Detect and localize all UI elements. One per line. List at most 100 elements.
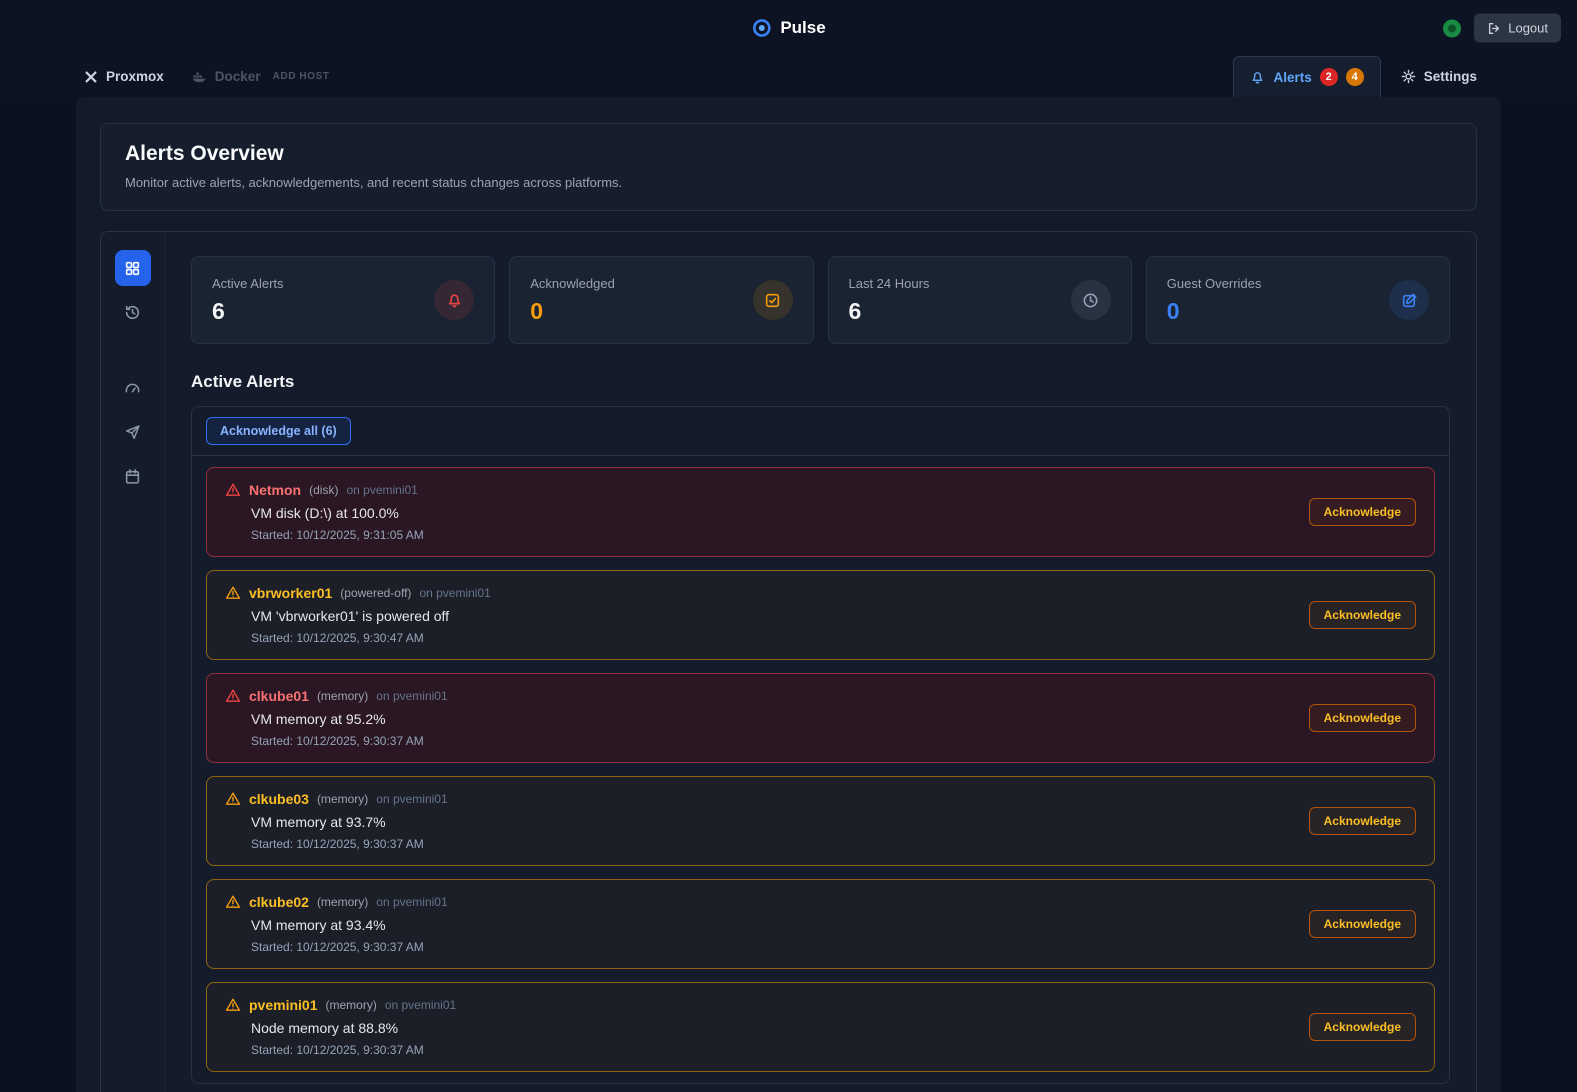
alert-card: clkube02 (memory) on pvemini01 VM memory…: [206, 879, 1435, 969]
acknowledge-button[interactable]: Acknowledge: [1309, 601, 1416, 629]
alert-started-time: Started: 10/12/2025, 9:30:37 AM: [251, 940, 448, 954]
alerts-panel: Acknowledge all (6) Netmon (dis: [191, 406, 1450, 1084]
alert-started-time: Started: 10/12/2025, 9:30:37 AM: [251, 1043, 456, 1057]
sidebar-item-history[interactable]: [115, 294, 151, 330]
warning-triangle-icon: [225, 894, 241, 910]
check-square-icon: [764, 292, 781, 309]
acknowledge-button[interactable]: Acknowledge: [1309, 910, 1416, 938]
tab-docker-label: Docker: [215, 69, 261, 84]
send-icon: [124, 424, 141, 441]
stat-value: 0: [530, 298, 615, 325]
alert-message: VM memory at 95.2%: [251, 711, 448, 727]
stat-card: Last 24 Hours 6: [828, 256, 1132, 344]
alert-list: Netmon (disk) on pvemini01 VM disk (D:\)…: [192, 456, 1449, 1083]
alert-type: (powered-off): [340, 586, 411, 600]
tab-docker[interactable]: Docker ADD HOST: [192, 69, 330, 84]
alert-name: clkube03: [249, 791, 309, 807]
edit-icon: [1401, 292, 1418, 309]
stat-label: Acknowledged: [530, 276, 615, 291]
alert-started-time: Started: 10/12/2025, 9:30:47 AM: [251, 631, 491, 645]
alert-message: VM 'vbrworker01' is powered off: [251, 608, 491, 624]
alert-type: (memory): [317, 689, 368, 703]
alert-type: (memory): [317, 895, 368, 909]
alert-message: Node memory at 88.8%: [251, 1020, 456, 1036]
alert-started-time: Started: 10/12/2025, 9:31:05 AM: [251, 528, 424, 542]
alerts-toolbar: Acknowledge all (6): [192, 407, 1449, 456]
alert-type: (disk): [309, 483, 338, 497]
app-brand: Pulse: [751, 18, 825, 38]
sidebar-item-overview[interactable]: [115, 250, 151, 286]
alert-card: pvemini01 (memory) on pvemini01 Node mem…: [206, 982, 1435, 1072]
sidebar-item-destinations[interactable]: [115, 414, 151, 450]
logout-icon: [1487, 21, 1501, 35]
add-host-label[interactable]: ADD HOST: [273, 71, 330, 82]
alert-body: Netmon (disk) on pvemini01 VM disk (D:\)…: [225, 482, 424, 542]
tab-proxmox-label: Proxmox: [106, 69, 164, 84]
alert-started-time: Started: 10/12/2025, 9:30:37 AM: [251, 734, 448, 748]
acknowledge-button[interactable]: Acknowledge: [1309, 1013, 1416, 1041]
calendar-icon: [124, 468, 141, 485]
stat-icon: [434, 280, 474, 320]
alert-host: on pvemini01: [385, 998, 456, 1012]
page-subtitle: Monitor active alerts, acknowledgements,…: [125, 175, 1452, 190]
alert-message: VM memory at 93.7%: [251, 814, 448, 830]
alert-body: clkube03 (memory) on pvemini01 VM memory…: [225, 791, 448, 851]
stat-label: Guest Overrides: [1167, 276, 1262, 291]
acknowledge-button[interactable]: Acknowledge: [1309, 498, 1416, 526]
stat-card: Acknowledged 0: [509, 256, 813, 344]
tab-settings[interactable]: Settings: [1401, 56, 1477, 97]
acknowledge-all-button[interactable]: Acknowledge all (6): [206, 417, 351, 445]
alert-body: pvemini01 (memory) on pvemini01 Node mem…: [225, 997, 456, 1057]
stat-value: 6: [849, 298, 930, 325]
alerts-overview-card: Alerts Overview Monitor active alerts, a…: [100, 123, 1477, 211]
page-title: Alerts Overview: [125, 142, 1452, 166]
alert-name: pvemini01: [249, 997, 317, 1013]
bell-icon: [1250, 70, 1265, 85]
app-title: Pulse: [780, 18, 825, 38]
alert-body: vbrworker01 (powered-off) on pvemini01 V…: [225, 585, 491, 645]
sidebar-item-thresholds[interactable]: [115, 370, 151, 406]
tab-proxmox[interactable]: Proxmox: [84, 69, 164, 84]
alert-name: clkube01: [249, 688, 309, 704]
alert-card: Netmon (disk) on pvemini01 VM disk (D:\)…: [206, 467, 1435, 557]
stat-card: Guest Overrides 0: [1146, 256, 1450, 344]
gauge-icon: [124, 380, 141, 397]
stat-icon: [1389, 280, 1429, 320]
alerts-main-area: Active Alerts 6: [165, 232, 1476, 1092]
alerts-critical-badge: 2: [1320, 68, 1338, 86]
stat-label: Active Alerts: [212, 276, 284, 291]
warning-triangle-icon: [225, 791, 241, 807]
acknowledge-button[interactable]: Acknowledge: [1309, 704, 1416, 732]
acknowledge-button[interactable]: Acknowledge: [1309, 807, 1416, 835]
sidebar-rail: [101, 232, 165, 1092]
stat-card: Active Alerts 6: [191, 256, 495, 344]
warning-triangle-icon: [225, 688, 241, 704]
alert-host: on pvemini01: [376, 689, 447, 703]
alert-started-time: Started: 10/12/2025, 9:30:37 AM: [251, 837, 448, 851]
stat-label: Last 24 Hours: [849, 276, 930, 291]
stat-icon: [1071, 280, 1111, 320]
logout-button[interactable]: Logout: [1474, 14, 1561, 43]
alert-card: vbrworker01 (powered-off) on pvemini01 V…: [206, 570, 1435, 660]
alert-body: clkube02 (memory) on pvemini01 VM memory…: [225, 894, 448, 954]
alert-message: VM disk (D:\) at 100.0%: [251, 505, 424, 521]
gear-icon: [1401, 69, 1416, 84]
update-status-icon[interactable]: [1442, 18, 1462, 38]
stat-value: 6: [212, 298, 284, 325]
tab-alerts[interactable]: Alerts 2 4: [1233, 56, 1380, 97]
alert-host: on pvemini01: [376, 895, 447, 909]
bell-icon: [446, 292, 463, 309]
main-panel: Active Alerts 6: [100, 231, 1477, 1092]
alert-type: (memory): [325, 998, 376, 1012]
stat-value: 0: [1167, 298, 1262, 325]
alert-host: on pvemini01: [346, 483, 417, 497]
active-alerts-heading: Active Alerts: [191, 372, 1450, 392]
green-status-icon: [1442, 18, 1462, 38]
proxmox-icon: [84, 70, 98, 84]
alert-name: vbrworker01: [249, 585, 332, 601]
content-area: Alerts Overview Monitor active alerts, a…: [76, 97, 1501, 1092]
sidebar-item-schedule[interactable]: [115, 458, 151, 494]
alert-message: VM memory at 93.4%: [251, 917, 448, 933]
main-nav: Proxmox Docker ADD HOST Alerts 2 4 Setti…: [0, 56, 1577, 97]
alert-host: on pvemini01: [376, 792, 447, 806]
